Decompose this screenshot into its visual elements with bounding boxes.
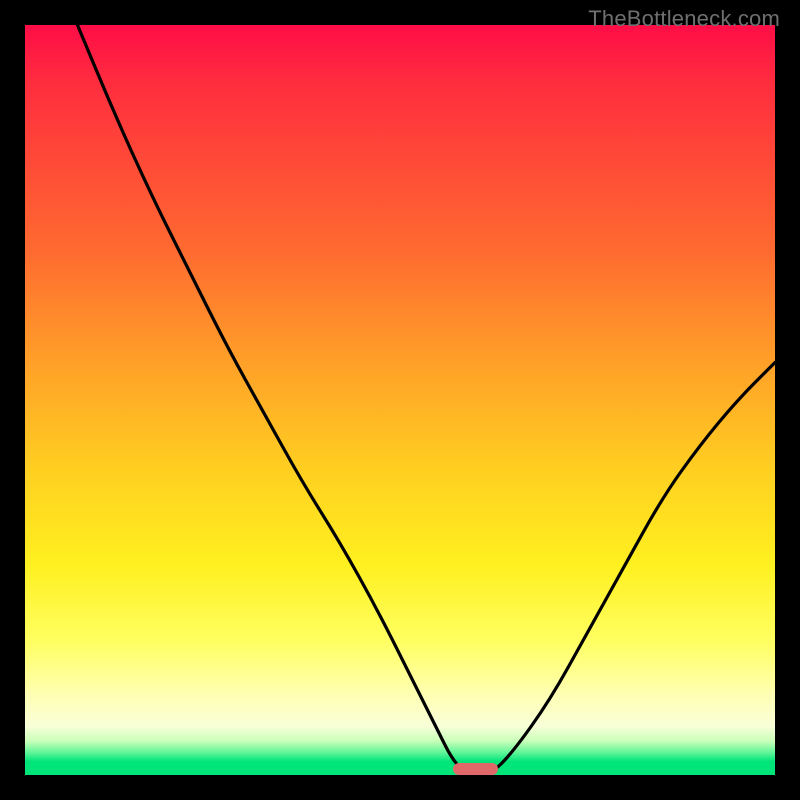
bottleneck-curve [25, 25, 775, 775]
curve-path [78, 25, 776, 775]
plot-area [25, 25, 775, 775]
chart-frame: TheBottleneck.com [0, 0, 800, 800]
watermark-text: TheBottleneck.com [588, 6, 780, 32]
selected-range-marker [453, 763, 498, 775]
